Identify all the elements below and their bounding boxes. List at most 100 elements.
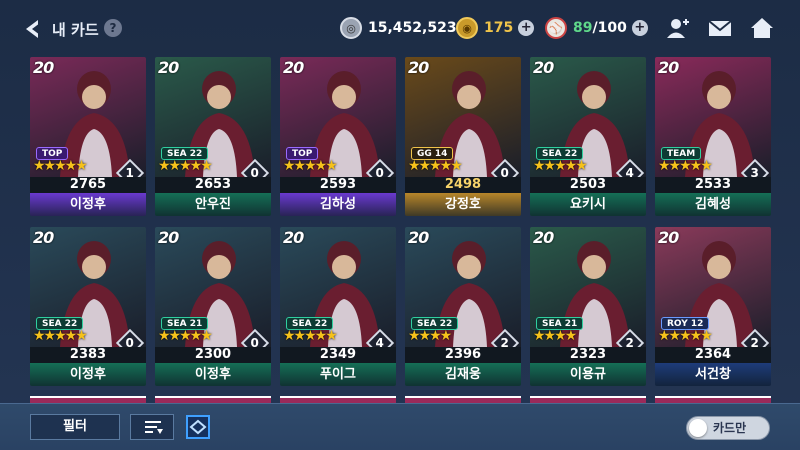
player-name: 이정후 <box>30 363 146 386</box>
player-name: 요키시 <box>530 193 646 216</box>
help-icon[interactable]: ? <box>104 19 122 37</box>
star-rating: ★★★★★ <box>158 328 213 344</box>
player-card[interactable]: 20 TOP ★★★★★ 0 2593 김하성 <box>280 57 396 216</box>
card-score: 2533 <box>655 177 771 193</box>
card-year: 20 <box>408 58 429 77</box>
card-year: 20 <box>658 58 679 77</box>
card-score: 2503 <box>530 177 646 193</box>
player-card[interactable]: 20 SEA 21 ★★★★ 2 2323 이용규 <box>530 227 646 386</box>
energy-amount: 89 <box>573 20 593 36</box>
card-info: 2765 이정후 <box>30 177 146 216</box>
player-card[interactable]: 20 SEA 21 ★★★★★ 0 2300 이정후 <box>155 227 271 386</box>
player-card[interactable]: 20 TOP ★★★★★ 1 2765 이정후 <box>30 57 146 216</box>
toggle-knob <box>689 419 707 437</box>
card-info: 2323 이용규 <box>530 347 646 386</box>
player-name: 서건창 <box>655 363 771 386</box>
card-info: 2396 김재웅 <box>405 347 521 386</box>
player-name: 김재웅 <box>405 363 521 386</box>
energy-max: /100 <box>592 20 627 36</box>
card-info: 2349 푸이그 <box>280 347 396 386</box>
star-rating: ★★★★★ <box>658 328 713 344</box>
add-energy-button[interactable]: + <box>631 20 648 36</box>
bottom-toolbar: 필터 카드만 <box>0 403 800 450</box>
card-year: 20 <box>658 228 679 247</box>
star-rating: ★★★★ <box>408 328 452 344</box>
card-score: 2364 <box>655 347 771 363</box>
player-name: 강정호 <box>405 193 521 216</box>
card-view-icon <box>189 419 207 435</box>
card-info: 2593 김하성 <box>280 177 396 216</box>
card-score: 2300 <box>155 347 271 363</box>
silver-coin-icon: ◎ <box>340 17 362 39</box>
star-rating: ★★★★★ <box>658 158 713 174</box>
player-card[interactable]: 20 SEA 22 ★★★★★ 4 2503 요키시 <box>530 57 646 216</box>
card-score: 2383 <box>30 347 146 363</box>
star-rating: ★★★★★ <box>33 328 88 344</box>
gold-coin-icon: ◉ <box>456 17 478 39</box>
star-rating: ★★★★★ <box>158 158 213 174</box>
mail-icon[interactable] <box>708 17 732 39</box>
card-info: 2533 김혜성 <box>655 177 771 216</box>
card-info: 2300 이정후 <box>155 347 271 386</box>
star-rating: ★★★★★ <box>533 158 588 174</box>
card-info: 2364 서건창 <box>655 347 771 386</box>
star-rating: ★★★★ <box>533 328 577 344</box>
card-score: 2349 <box>280 347 396 363</box>
player-name: 이정후 <box>30 193 146 216</box>
sort-icon <box>145 421 163 434</box>
card-year: 20 <box>33 228 54 247</box>
gold-amount: 175 <box>484 20 514 36</box>
view-mode-button[interactable] <box>186 415 210 439</box>
player-card[interactable]: 20 SEA 22 ★★★★ 2 2396 김재웅 <box>405 227 521 386</box>
card-info: 2503 요키시 <box>530 177 646 216</box>
energy-meter: ⚾ 89 /100 + <box>545 16 648 40</box>
player-card[interactable]: 20 ROY 12 ★★★★★ 2 2364 서건창 <box>655 227 771 386</box>
card-year: 20 <box>533 228 554 247</box>
card-year: 20 <box>283 228 304 247</box>
star-rating: ★★★★★ <box>283 158 338 174</box>
filter-button[interactable]: 필터 <box>30 414 120 440</box>
player-card[interactable]: 20 SEA 22 ★★★★★ 4 2349 푸이그 <box>280 227 396 386</box>
card-info: 2498 강정호 <box>405 177 521 216</box>
add-gold-button[interactable]: + <box>518 20 535 36</box>
card-score: 2653 <box>155 177 271 193</box>
player-card[interactable]: 20 GG 14 ★★★★★ 0 2498 강정호 <box>405 57 521 216</box>
home-icon[interactable] <box>750 17 774 39</box>
back-arrow-icon[interactable] <box>22 18 42 40</box>
player-name: 이용규 <box>530 363 646 386</box>
toggle-label: 카드만 <box>713 421 747 435</box>
silver-amount: 15,452,523 <box>368 20 457 36</box>
card-year: 20 <box>158 228 179 247</box>
gold-currency: ◉ 175 + <box>456 16 535 40</box>
star-rating: ★★★★★ <box>33 158 88 174</box>
card-score: 2323 <box>530 347 646 363</box>
add-friend-icon[interactable] <box>666 17 690 39</box>
card-year: 20 <box>283 58 304 77</box>
sort-button[interactable] <box>130 414 174 440</box>
star-rating: ★★★★★ <box>408 158 463 174</box>
player-card[interactable]: 20 SEA 22 ★★★★★ 0 2653 안우진 <box>155 57 271 216</box>
player-card[interactable]: 20 TEAM ★★★★★ 3 2533 김혜성 <box>655 57 771 216</box>
card-score: 2765 <box>30 177 146 193</box>
cards-only-toggle[interactable]: 카드만 <box>686 416 770 440</box>
player-name: 안우진 <box>155 193 271 216</box>
baseball-icon: ⚾ <box>545 17 567 39</box>
page-title: 내 카드 <box>52 21 99 39</box>
card-info: 2653 안우진 <box>155 177 271 216</box>
player-name: 김하성 <box>280 193 396 216</box>
card-year: 20 <box>33 58 54 77</box>
card-score: 2498 <box>405 177 521 193</box>
card-year: 20 <box>533 58 554 77</box>
card-year: 20 <box>158 58 179 77</box>
player-name: 김혜성 <box>655 193 771 216</box>
star-rating: ★★★★★ <box>283 328 338 344</box>
card-info: 2383 이정후 <box>30 347 146 386</box>
card-score: 2396 <box>405 347 521 363</box>
player-name: 이정후 <box>155 363 271 386</box>
card-year: 20 <box>408 228 429 247</box>
player-card[interactable]: 20 SEA 22 ★★★★★ 0 2383 이정후 <box>30 227 146 386</box>
card-score: 2593 <box>280 177 396 193</box>
player-name: 푸이그 <box>280 363 396 386</box>
top-bar: 내 카드 ? ◎ 15,452,523 ◉ 175 + ⚾ 89 /100 + <box>0 0 800 56</box>
silver-currency: ◎ 15,452,523 <box>340 16 457 40</box>
